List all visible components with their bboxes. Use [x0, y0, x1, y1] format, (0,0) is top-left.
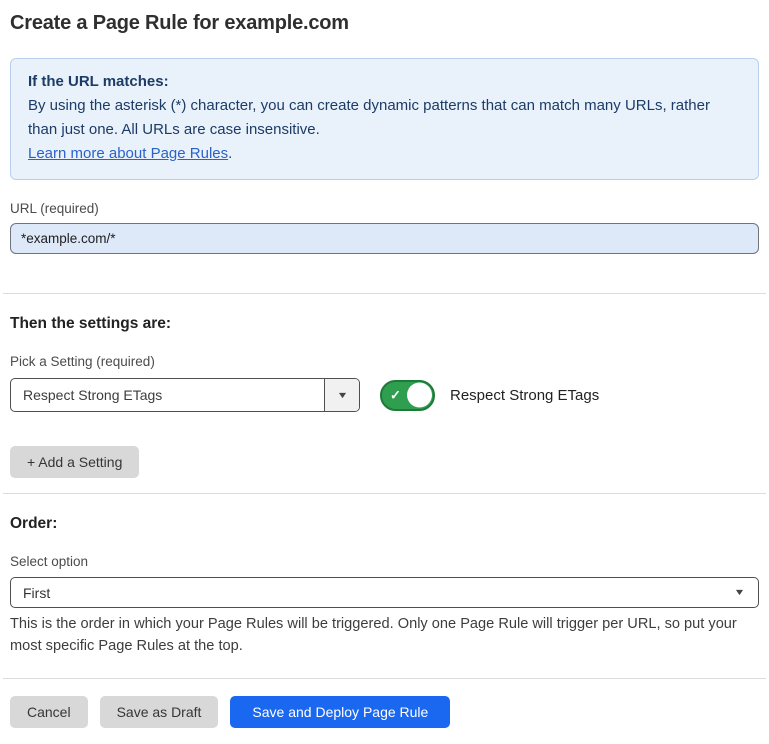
url-input[interactable] — [10, 223, 759, 254]
page-title: Create a Page Rule for example.com — [10, 12, 759, 35]
create-page-rule-form: Create a Page Rule for example.com If th… — [0, 0, 769, 744]
setting-select[interactable]: Respect Strong ETags ▼ — [10, 378, 360, 412]
setting-toggle-group: ✓ Respect Strong ETags — [380, 380, 599, 411]
order-select-value: First — [23, 585, 50, 601]
footer-actions: Cancel Save as Draft Save and Deploy Pag… — [10, 696, 759, 728]
section-divider — [3, 293, 766, 294]
check-icon: ✓ — [390, 389, 401, 402]
setting-toggle[interactable]: ✓ — [380, 380, 435, 411]
setting-toggle-label: Respect Strong ETags — [450, 387, 599, 404]
chevron-down-icon: ▼ — [734, 588, 746, 597]
settings-section-heading: Then the settings are: — [10, 315, 759, 333]
order-select[interactable]: First ▼ — [10, 577, 759, 608]
setting-picker-label: Pick a Setting (required) — [10, 354, 759, 369]
section-divider — [3, 493, 766, 494]
save-deploy-button[interactable]: Save and Deploy Page Rule — [230, 696, 450, 728]
toggle-knob — [407, 383, 432, 408]
order-help-text: This is the order in which your Page Rul… — [10, 613, 759, 657]
info-box-link-line: Learn more about Page Rules. — [28, 142, 741, 166]
info-box-body: By using the asterisk (*) character, you… — [28, 94, 741, 142]
setting-select-value: Respect Strong ETags — [11, 379, 324, 411]
footer-divider — [3, 678, 766, 679]
save-draft-button[interactable]: Save as Draft — [100, 696, 219, 728]
url-field-label: URL (required) — [10, 201, 759, 216]
learn-more-link[interactable]: Learn more about Page Rules — [28, 145, 228, 162]
order-section-heading: Order: — [10, 515, 759, 533]
cancel-button[interactable]: Cancel — [10, 696, 88, 728]
info-box-heading: If the URL matches: — [28, 70, 741, 94]
setting-row: Respect Strong ETags ▼ ✓ Respect Strong … — [10, 378, 759, 412]
link-suffix: . — [228, 145, 232, 162]
order-select-label: Select option — [10, 554, 759, 569]
chevron-down-icon: ▼ — [336, 391, 348, 400]
setting-select-arrow-button[interactable]: ▼ — [324, 379, 359, 411]
add-setting-button[interactable]: + Add a Setting — [10, 446, 139, 478]
url-match-info-box: If the URL matches: By using the asteris… — [10, 58, 759, 180]
